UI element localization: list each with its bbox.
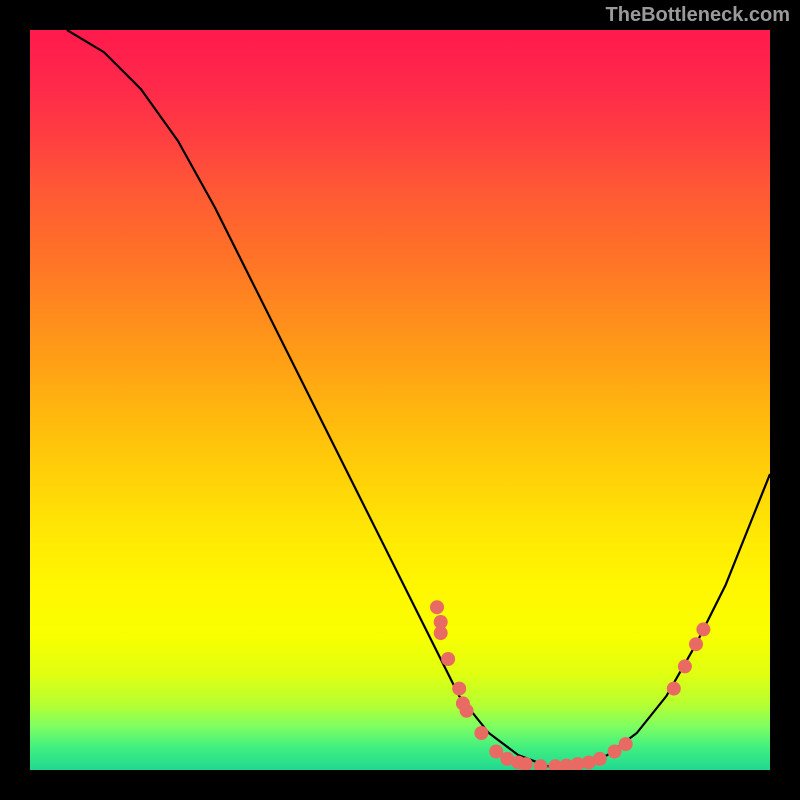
data-point: [434, 626, 448, 640]
data-point: [460, 704, 474, 718]
data-point: [474, 726, 488, 740]
data-point: [441, 652, 455, 666]
data-point: [619, 737, 633, 751]
chart-plot-area: [30, 30, 770, 770]
chart-overlay: [30, 30, 770, 770]
data-point: [696, 622, 710, 636]
data-point: [593, 752, 607, 766]
data-point: [689, 637, 703, 651]
data-point: [452, 682, 466, 696]
bottleneck-curve: [67, 30, 770, 766]
data-point: [430, 600, 444, 614]
data-points-group: [430, 600, 710, 770]
data-point: [667, 682, 681, 696]
watermark-text: TheBottleneck.com: [606, 4, 790, 27]
data-point: [678, 659, 692, 673]
